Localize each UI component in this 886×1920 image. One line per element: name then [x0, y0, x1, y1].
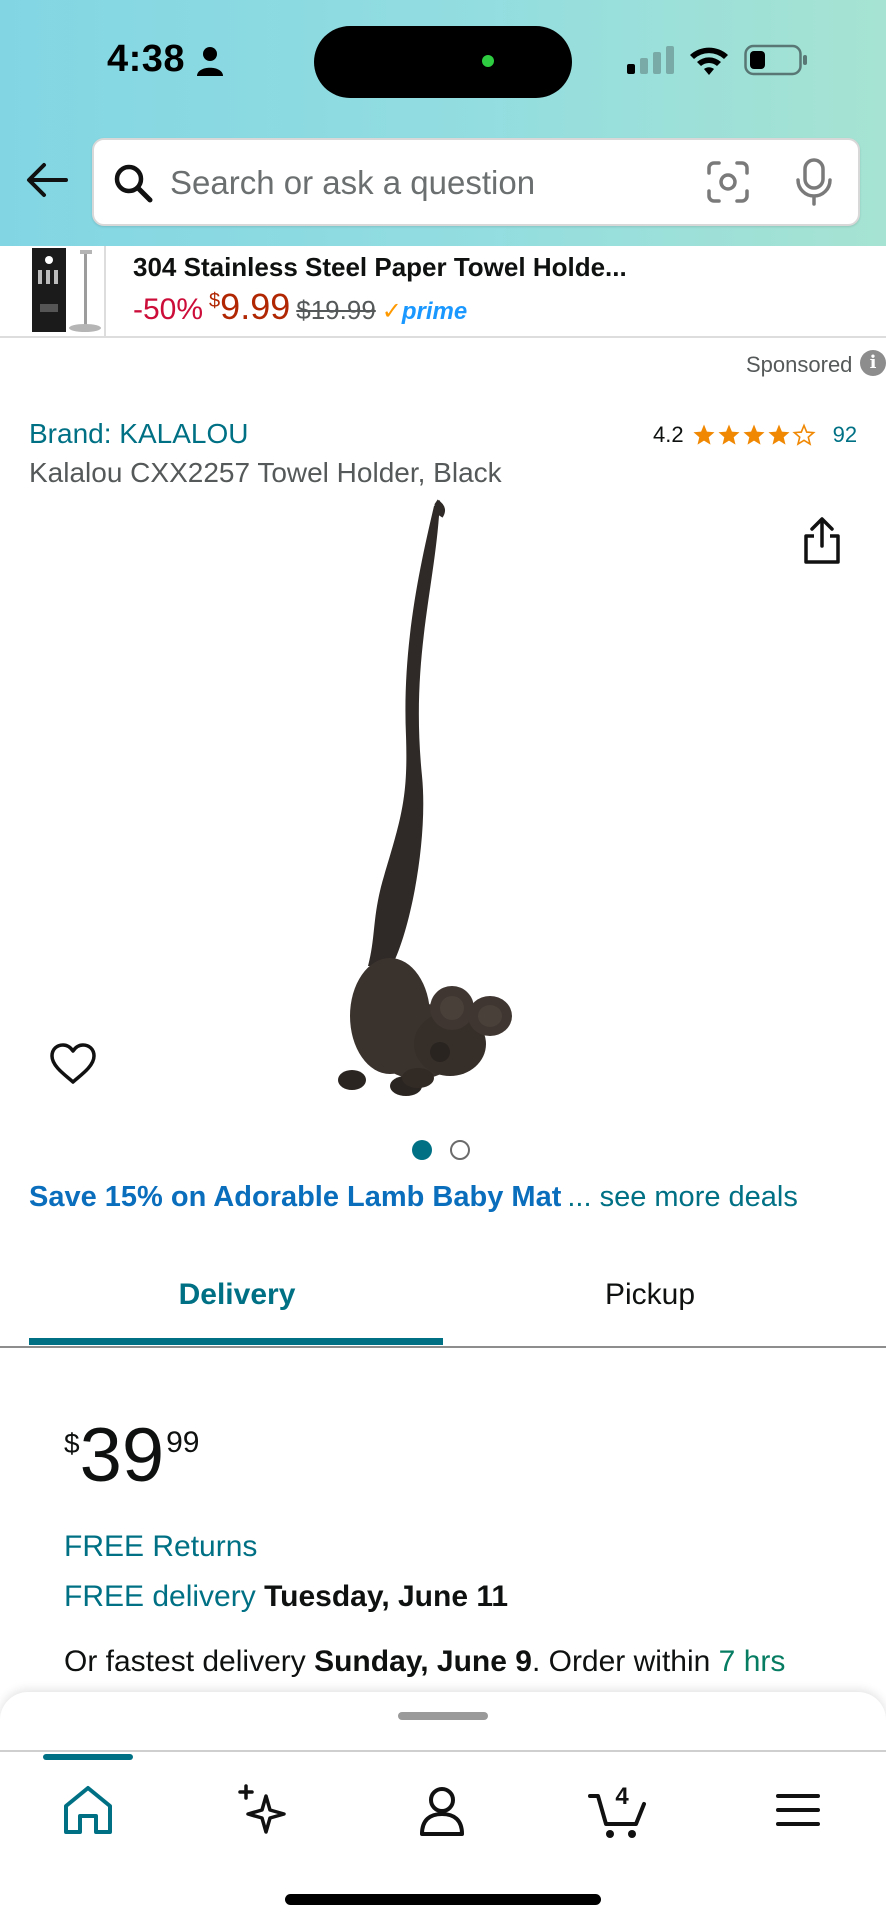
tab-delivery[interactable]: Delivery [27, 1278, 447, 1312]
product-image[interactable] [310, 496, 570, 1100]
product-price: $ 39 99 [64, 1418, 200, 1494]
carousel-dot-active[interactable] [412, 1140, 432, 1160]
fulfillment-tabs: Delivery Pickup [0, 1250, 886, 1348]
carousel-dot[interactable] [450, 1140, 470, 1160]
deals-row[interactable]: Save 15% on Adorable Lamb Baby Mat ... s… [29, 1181, 869, 1214]
search-icon [114, 164, 153, 203]
banner-price: 9.99 [220, 286, 291, 327]
star-icon [718, 424, 740, 445]
prime-label: prime [401, 298, 468, 325]
star-icon [768, 424, 790, 445]
order-countdown: 7 hrs [718, 1645, 786, 1678]
banner-original-price: $19.99 [296, 295, 376, 325]
image-carousel-dots[interactable] [412, 1140, 488, 1160]
sponsored-product-banner[interactable]: 304 Stainless Steel Paper Towel Holde...… [0, 246, 886, 338]
free-returns-link[interactable]: FREE Returns [64, 1530, 257, 1564]
dynamic-island [314, 26, 572, 98]
bottom-navigation: 4 [0, 1692, 886, 1920]
home-indicator-bar[interactable] [285, 1894, 601, 1905]
banner-product-title: 304 Stainless Steel Paper Towel Holde... [133, 252, 627, 282]
fastest-delivery-info: Or fastest delivery Sunday, June 9. Orde… [64, 1645, 785, 1679]
free-delivery-info: FREE delivery Tuesday, June 11 [64, 1580, 508, 1614]
price-fraction: 99 [166, 1426, 200, 1459]
top-header: 4:38 Search or ask a question [0, 0, 886, 246]
fastest-prefix: Or fastest delivery [64, 1645, 306, 1678]
deal-link[interactable]: Save 15% on Adorable Lamb Baby Mat [29, 1181, 561, 1214]
rufus-sparkle-icon[interactable] [234, 1780, 294, 1840]
camera-lens-icon[interactable] [706, 160, 750, 204]
tab-pickup[interactable]: Pickup [440, 1278, 860, 1312]
home-icon[interactable] [58, 1780, 118, 1840]
prime-badge: ✓prime [382, 297, 467, 326]
nav-divider [0, 1750, 886, 1752]
search-placeholder: Search or ask a question [170, 164, 536, 201]
rating-count[interactable]: 92 [833, 422, 857, 448]
free-delivery-date: Tuesday, June 11 [264, 1580, 509, 1613]
sheet-grabber-handle[interactable] [398, 1712, 488, 1720]
rating-summary[interactable]: 4.2 92 [653, 422, 857, 448]
share-icon[interactable] [800, 516, 844, 566]
microphone-icon[interactable] [794, 158, 834, 206]
banner-product-thumbnail [2, 246, 106, 336]
banner-currency: $ [209, 290, 221, 312]
status-bar: 4:38 [0, 0, 886, 120]
menu-icon[interactable] [768, 1780, 828, 1840]
camera-indicator-dot [482, 55, 494, 67]
banner-discount: -50% [133, 293, 204, 326]
account-icon[interactable] [412, 1780, 472, 1840]
banner-price-row: -50% $ 9.99 $19.99 ✓prime [133, 286, 467, 328]
star-rating [692, 423, 817, 447]
product-title: Kalalou CXX2257 Towel Holder, Black [29, 457, 502, 488]
order-within-text: . Order within [531, 1645, 711, 1678]
see-more-deals-link[interactable]: ... see more deals [567, 1181, 798, 1214]
active-nav-indicator [43, 1754, 133, 1760]
sponsored-label: Sponsored [746, 352, 853, 377]
cart-icon[interactable]: 4 [588, 1780, 648, 1840]
fastest-date: Sunday, June 9 [314, 1645, 532, 1678]
star-empty-icon [792, 423, 816, 446]
rating-value: 4.2 [653, 422, 684, 447]
wifi-icon [690, 47, 728, 75]
towel-holder-thumbnail-image [32, 248, 101, 332]
price-symbol: $ [64, 1428, 80, 1459]
price-whole: 39 [79, 1413, 165, 1498]
person-icon [197, 47, 223, 76]
cellular-signal-icon [627, 46, 674, 74]
info-icon[interactable]: i [860, 350, 886, 376]
search-input[interactable]: Search or ask a question [92, 138, 860, 226]
star-icon [693, 424, 715, 445]
cart-count: 4 [615, 1783, 629, 1810]
status-time: 4:38 [107, 38, 186, 80]
heart-icon[interactable] [48, 1042, 98, 1086]
battery-icon [744, 44, 807, 76]
star-icon [743, 424, 765, 445]
active-tab-indicator [29, 1338, 443, 1345]
brand-link[interactable]: Brand: KALALOU [29, 418, 248, 450]
prime-check-icon: ✓ [381, 298, 402, 325]
free-delivery-link[interactable]: FREE delivery [64, 1580, 256, 1613]
back-arrow-icon[interactable] [24, 160, 68, 200]
